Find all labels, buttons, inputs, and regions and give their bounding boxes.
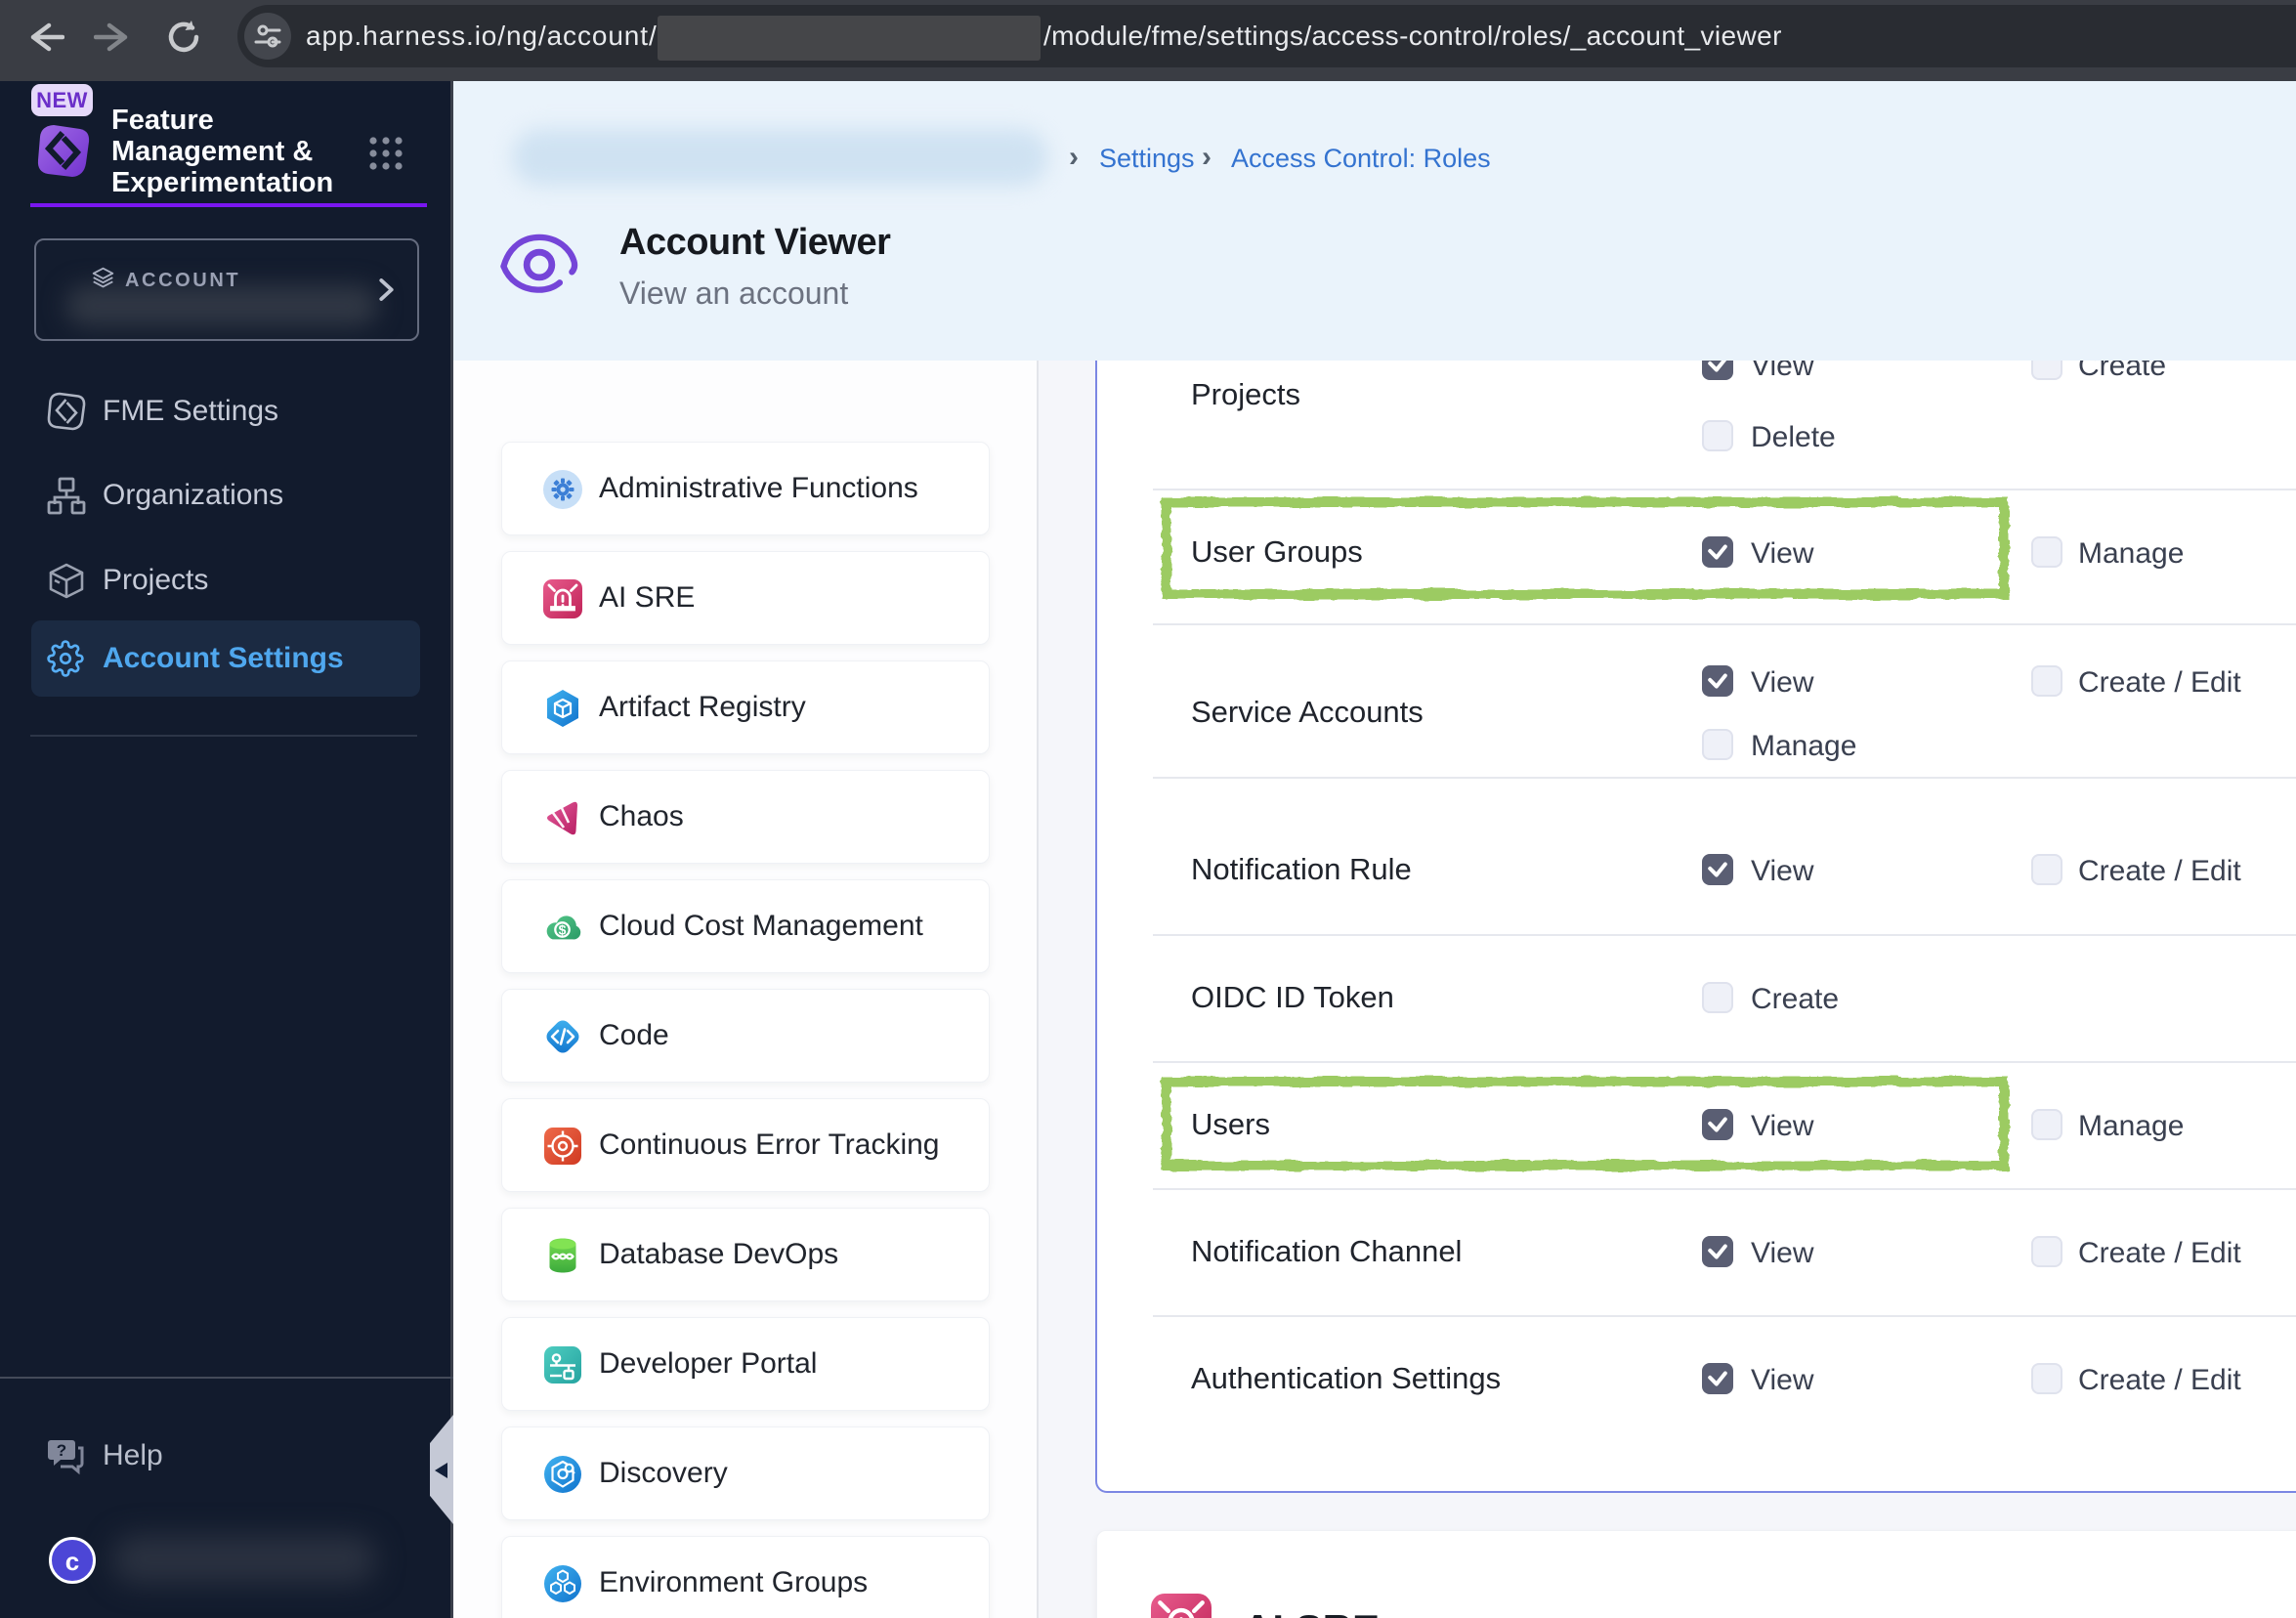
svg-text:?: ? [57, 1441, 66, 1460]
